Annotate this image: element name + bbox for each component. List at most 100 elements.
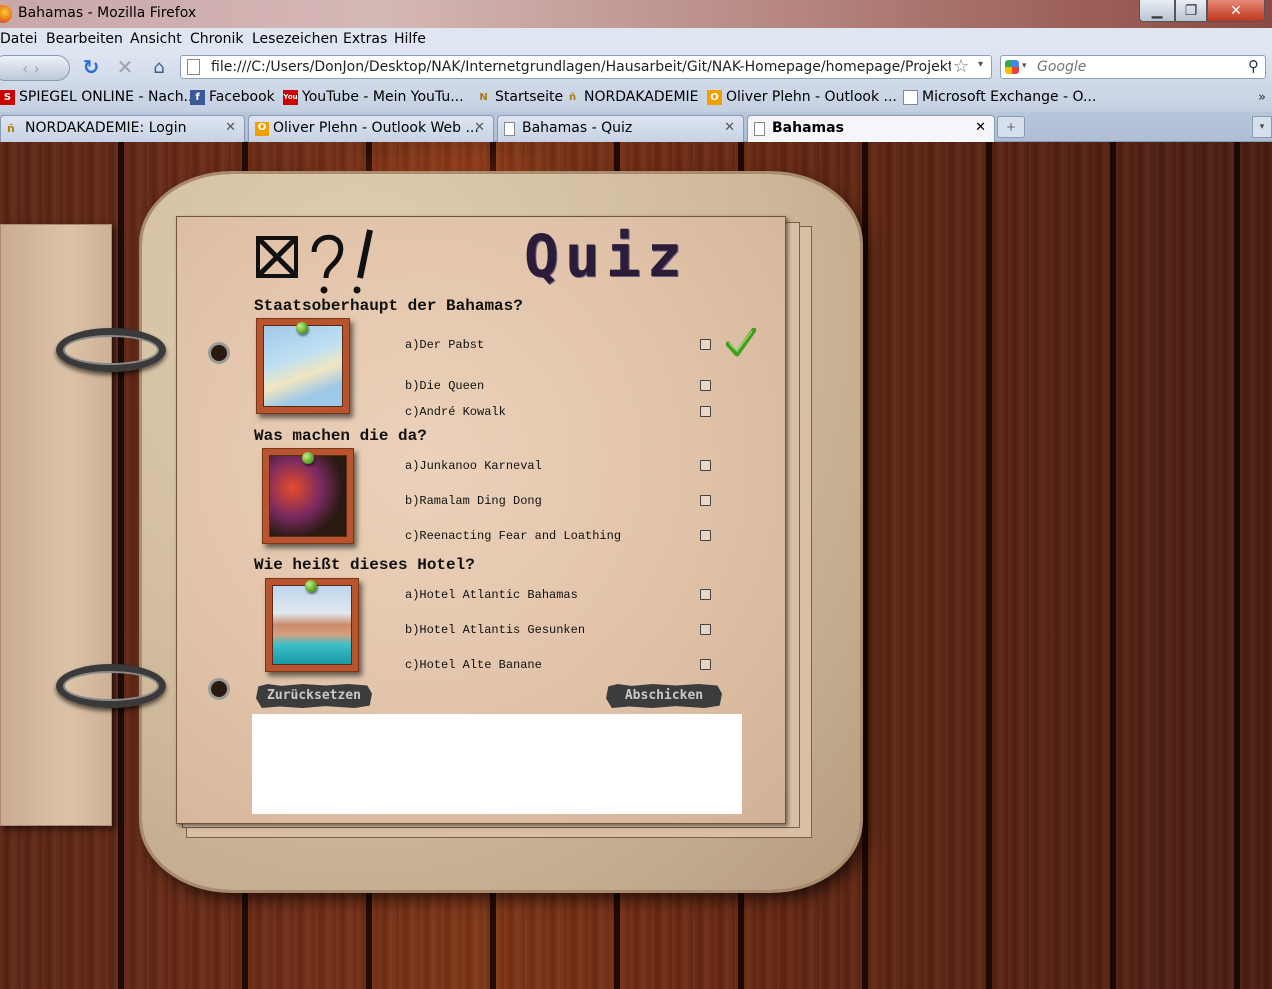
answer-2a: a)Junkanoo Karneval [405, 459, 542, 473]
quiz-title: Quiz [524, 222, 688, 290]
home-icon[interactable]: ⌂ [148, 56, 170, 78]
nak-icon: ñ [568, 91, 577, 103]
maximize-button[interactable]: ❐ [1175, 0, 1207, 22]
submit-button[interactable]: Abschicken [606, 684, 722, 708]
url-bar[interactable]: file:///C:/Users/DonJon/Desktop/NAK/Inte… [180, 55, 992, 79]
checkbox-2c[interactable] [700, 530, 711, 541]
search-input[interactable] [1037, 58, 1237, 76]
page-icon [903, 89, 918, 105]
bookmark-label: Oliver Plehn - Outlook ... [726, 89, 897, 105]
binder-ring [56, 328, 166, 372]
tab-close-icon[interactable]: ✕ [225, 120, 236, 135]
search-engine-dropdown-icon[interactable]: ▾ [1022, 61, 1027, 71]
checkbox-2a[interactable] [700, 460, 711, 471]
checkbox-1c[interactable] [700, 406, 711, 417]
menu-datei[interactable]: Datei [0, 31, 37, 47]
close-window-button[interactable]: ✕ [1207, 0, 1265, 22]
tab-bahamas[interactable]: Bahamas ✕ [747, 115, 995, 143]
bookmark-startseite[interactable]: N Startseite [476, 89, 563, 105]
minimize-button[interactable]: ▁ [1139, 0, 1175, 22]
outlook-icon: O [255, 122, 269, 136]
tab-outlook[interactable]: O Oliver Plehn - Outlook Web ... ✕ [248, 115, 494, 142]
page-icon [187, 59, 200, 75]
question-2-heading: Was machen die da? [254, 427, 427, 445]
checkbox-2b[interactable] [700, 495, 711, 506]
answer-3a: a)Hotel Atlantic Bahamas [405, 588, 578, 602]
google-icon[interactable] [1005, 60, 1019, 74]
stop-icon[interactable]: ✕ [114, 55, 136, 79]
url-dropdown-icon[interactable]: ▾ [978, 59, 983, 70]
checkbox-3a[interactable] [700, 589, 711, 600]
menu-chronik[interactable]: Chronik [190, 31, 244, 47]
bookmark-youtube[interactable]: You YouTube - Mein YouTu... [283, 89, 464, 105]
bookmark-exchange[interactable]: Microsoft Exchange - O... [903, 89, 1096, 105]
tab-bar: ñ NORDAKADEMIE: Login ✕ O Oliver Plehn -… [0, 112, 1272, 143]
bookmark-label: Facebook [209, 89, 275, 105]
bookmark-label: Startseite [495, 89, 564, 105]
checkbox-3c[interactable] [700, 659, 711, 670]
pushpin-icon [296, 322, 308, 334]
bookmark-outlook[interactable]: O Oliver Plehn - Outlook ... [707, 89, 897, 105]
binder-hole [208, 342, 230, 364]
page-icon [504, 122, 515, 136]
answer-3c: c)Hotel Alte Banane [405, 658, 542, 672]
tab-label: Bahamas [772, 120, 844, 136]
tab-label: NORDAKADEMIE: Login [25, 120, 187, 136]
bookmark-label: NORDAKADEMIE [584, 89, 699, 105]
nak-icon: N [479, 91, 488, 103]
youtube-icon: You [283, 89, 298, 105]
answer-2c: c)Reenacting Fear and Loathing [405, 529, 622, 543]
search-icon[interactable]: ⚲ [1248, 57, 1259, 75]
menu-extras[interactable]: Extras [343, 31, 387, 47]
tab-close-icon[interactable]: ✕ [724, 120, 735, 135]
facebook-icon: f [190, 89, 205, 105]
checkmark-icon [726, 328, 756, 357]
nak-icon: ñ [7, 122, 15, 135]
page-icon [754, 122, 765, 136]
pushpin-icon [302, 452, 314, 464]
checkbox-3b[interactable] [700, 624, 711, 635]
window-titlebar: Bahamas - Mozilla Firefox ▁ ❐ ✕ [0, 0, 1272, 28]
menu-hilfe[interactable]: Hilfe [394, 31, 426, 47]
tab-label: Bahamas - Quiz [522, 120, 633, 136]
window-title: Bahamas - Mozilla Firefox [18, 5, 197, 21]
tab-close-icon[interactable]: ✕ [975, 120, 986, 135]
page-content: Quiz Staatsoberhaupt der Bahamas? a)Der … [0, 142, 1272, 989]
bookmark-label: SPIEGEL ONLINE - Nach... [19, 89, 197, 105]
checkbox-1a[interactable] [700, 339, 711, 350]
answer-1b: b)Die Queen [405, 379, 485, 393]
outlook-icon: O [707, 89, 722, 105]
new-tab-button[interactable]: + [997, 116, 1025, 138]
back-forward-button[interactable]: ‹ › [0, 55, 70, 81]
firefox-icon [0, 5, 12, 23]
tab-nordakademie-login[interactable]: ñ NORDAKADEMIE: Login ✕ [0, 115, 245, 142]
question-3-heading: Wie heißt dieses Hotel? [254, 556, 475, 574]
pushpin-icon [305, 580, 317, 592]
tab-close-icon[interactable]: ✕ [474, 120, 485, 135]
reset-button[interactable]: Zurücksetzen [256, 684, 372, 708]
bookmarks-toolbar: S SPIEGEL ONLINE - Nach... f Facebook You Y… [0, 84, 1272, 112]
answer-1c: c)André Kowalk [405, 405, 506, 419]
menu-bar: Datei Bearbeiten Ansicht Chronik Lesezei… [0, 28, 1272, 52]
bookmark-nordakademie[interactable]: ñ NORDAKADEMIE [565, 89, 699, 105]
answer-3b: b)Hotel Atlantis Gesunken [405, 623, 586, 637]
bookmarks-overflow-icon[interactable]: » [1258, 90, 1266, 105]
tab-list-button[interactable]: ▾ [1252, 116, 1272, 138]
menu-ansicht[interactable]: Ansicht [130, 31, 182, 47]
spiegel-icon: S [0, 89, 15, 105]
quiz-logo-icon [256, 229, 373, 294]
menu-lesezeichen[interactable]: Lesezeichen [252, 31, 338, 47]
question-1-heading: Staatsoberhaupt der Bahamas? [254, 297, 523, 315]
tab-bahamas-quiz[interactable]: Bahamas - Quiz ✕ [497, 115, 744, 142]
search-bar[interactable]: ▾ ⚲ [1000, 55, 1266, 79]
question-3-image [265, 578, 359, 672]
bookmark-star-icon[interactable]: ☆ [953, 56, 969, 77]
url-text[interactable]: file:///C:/Users/DonJon/Desktop/NAK/Inte… [211, 59, 951, 75]
left-notebook-page [0, 224, 112, 826]
bookmark-facebook[interactable]: f Facebook [190, 89, 275, 105]
answer-2b: b)Ramalam Ding Dong [405, 494, 542, 508]
menu-bearbeiten[interactable]: Bearbeiten [46, 31, 123, 47]
bookmark-spiegel[interactable]: S SPIEGEL ONLINE - Nach... [0, 89, 197, 105]
checkbox-1b[interactable] [700, 380, 711, 391]
reload-icon[interactable]: ↻ [80, 55, 102, 79]
